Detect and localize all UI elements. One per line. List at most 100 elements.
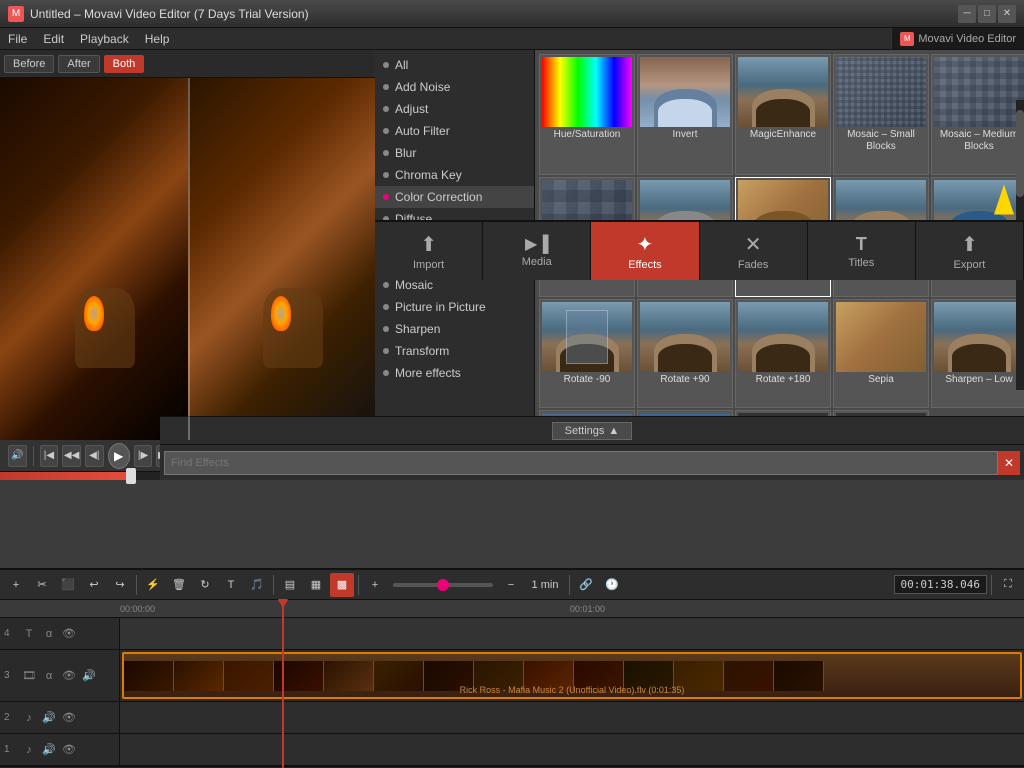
rewind-btn[interactable]: ◀◀ bbox=[62, 445, 81, 467]
tool-delete[interactable]: 🗑 bbox=[167, 573, 191, 597]
zoom-label-btn[interactable]: 1 min bbox=[525, 573, 565, 597]
menu-playback[interactable]: Playback bbox=[72, 30, 137, 48]
effect-magic-enhance[interactable]: MagicEnhance bbox=[735, 54, 831, 175]
fullscreen-btn[interactable]: ⛶ bbox=[996, 573, 1020, 597]
menu-help[interactable]: Help bbox=[137, 30, 178, 48]
track-4-content bbox=[120, 618, 1024, 649]
category-more-effects[interactable]: More effects bbox=[375, 362, 534, 384]
both-button[interactable]: Both bbox=[104, 55, 145, 73]
tool-undo[interactable]: ↩ bbox=[82, 573, 106, 597]
track-1-num: 1 bbox=[4, 744, 18, 755]
tab-export-label: Export bbox=[954, 259, 986, 271]
tab-fades[interactable]: ✕ Fades bbox=[700, 222, 808, 280]
tool-audio[interactable]: 🎵 bbox=[245, 573, 269, 597]
grid-btn-3[interactable]: ▩ bbox=[330, 573, 354, 597]
tool-text[interactable]: T bbox=[219, 573, 243, 597]
effects-scrollbar-thumb[interactable] bbox=[1016, 110, 1024, 197]
track-4-alpha-btn[interactable]: α bbox=[40, 625, 58, 643]
track-3-num: 3 bbox=[4, 670, 18, 681]
category-auto-filter[interactable]: Auto Filter bbox=[375, 120, 534, 142]
effect-invert[interactable]: Invert bbox=[637, 54, 733, 175]
app-icon: M bbox=[8, 6, 24, 22]
play-button[interactable]: ▶ bbox=[108, 443, 130, 469]
effect-label-rotate-neg90: Rotate -90 bbox=[562, 372, 613, 388]
track-2-audio-btn[interactable]: ♪ bbox=[20, 709, 38, 727]
video-block[interactable]: Rick Ross - Mafia Music 2 (Unofficial Vi… bbox=[122, 652, 1022, 699]
track-2-mute-btn[interactable]: 🔊 bbox=[40, 709, 58, 727]
category-chroma-key[interactable]: Chroma Key bbox=[375, 164, 534, 186]
search-input[interactable] bbox=[164, 451, 998, 475]
track-3-vol-btn[interactable]: 🔊 bbox=[80, 667, 98, 685]
track-3-content: Rick Ross - Mafia Music 2 (Unofficial Vi… bbox=[120, 650, 1024, 701]
grid-btn-2[interactable]: ▦ bbox=[304, 573, 328, 597]
track-1-eye-btn[interactable]: 👁 bbox=[60, 741, 78, 759]
tool-cut[interactable]: ✂ bbox=[30, 573, 54, 597]
nav-tabs: ⬆ Import ▶▐ Media ✦ Effects ✕ Fades T bbox=[375, 220, 1024, 280]
volume-btn[interactable]: 🔊 bbox=[8, 445, 27, 467]
to-start-btn[interactable]: |◀ bbox=[40, 445, 59, 467]
menu-items: File Edit Playback Help bbox=[0, 30, 1024, 48]
track-3-alpha-btn[interactable]: α bbox=[40, 667, 58, 685]
tool-rotate[interactable]: ↻ bbox=[193, 573, 217, 597]
top-section: Before After Both bbox=[0, 50, 1024, 480]
effect-label-rotate-180: Rotate +180 bbox=[754, 372, 813, 388]
track-3-eye-btn[interactable]: 👁 bbox=[60, 667, 78, 685]
category-color-correction[interactable]: Color Correction bbox=[375, 186, 534, 208]
track-3-video-btn[interactable]: 🎞 bbox=[20, 667, 38, 685]
category-blur[interactable]: Blur bbox=[375, 142, 534, 164]
tool-redo[interactable]: ↪ bbox=[108, 573, 132, 597]
category-adjust[interactable]: Adjust bbox=[375, 98, 534, 120]
playhead[interactable] bbox=[282, 600, 284, 768]
after-button[interactable]: After bbox=[58, 55, 99, 73]
track-1-mute-btn[interactable]: 🔊 bbox=[40, 741, 58, 759]
effect-sharpen-low[interactable]: Sharpen – Low bbox=[931, 299, 1024, 408]
settings-label: Settings bbox=[565, 425, 605, 437]
progress-thumb[interactable] bbox=[126, 468, 136, 484]
tool-select[interactable]: ⬛ bbox=[56, 573, 80, 597]
category-pip[interactable]: Picture in Picture bbox=[375, 296, 534, 318]
step-fwd-btn[interactable]: |▶ bbox=[134, 445, 153, 467]
effect-rotate-pos90[interactable]: Rotate +90 bbox=[637, 299, 733, 408]
effect-rotate-180[interactable]: Rotate +180 bbox=[735, 299, 831, 408]
zoom-out-btn[interactable]: − bbox=[499, 573, 523, 597]
effect-rotate-neg90[interactable]: Rotate -90 bbox=[539, 299, 635, 408]
effect-thumb-magic bbox=[738, 57, 828, 127]
close-button[interactable]: ✕ bbox=[998, 5, 1016, 23]
step-back-btn[interactable]: ◀| bbox=[85, 445, 104, 467]
minimize-button[interactable]: ─ bbox=[958, 5, 976, 23]
menu-file[interactable]: File bbox=[0, 30, 35, 48]
effect-sepia[interactable]: Sepia bbox=[833, 299, 929, 408]
grid-btn-1[interactable]: ▤ bbox=[278, 573, 302, 597]
settings-button[interactable]: Settings ▲ bbox=[552, 422, 633, 440]
category-transform[interactable]: Transform bbox=[375, 340, 534, 362]
effect-mosaic-small[interactable]: Mosaic – Small Blocks bbox=[833, 54, 929, 175]
track-4-text-btn[interactable]: T bbox=[20, 625, 38, 643]
menu-edit[interactable]: Edit bbox=[35, 30, 72, 48]
effect-hue-saturation[interactable]: Hue/Saturation bbox=[539, 54, 635, 175]
clock-btn[interactable]: 🕐 bbox=[600, 573, 624, 597]
tab-import[interactable]: ⬆ Import bbox=[375, 222, 483, 280]
track-2-eye-btn[interactable]: 👁 bbox=[60, 709, 78, 727]
track-1-audio-btn[interactable]: ♪ bbox=[20, 741, 38, 759]
hand-shape-right bbox=[263, 288, 323, 368]
track-1-content bbox=[120, 734, 1024, 765]
add-track-btn[interactable]: + bbox=[4, 573, 28, 597]
snap-btn[interactable]: 🔗 bbox=[574, 573, 598, 597]
category-sharpen[interactable]: Sharpen bbox=[375, 318, 534, 340]
category-all[interactable]: All bbox=[375, 54, 534, 76]
before-button[interactable]: Before bbox=[4, 55, 54, 73]
category-add-noise[interactable]: Add Noise bbox=[375, 76, 534, 98]
tab-media[interactable]: ▶▐ Media bbox=[483, 222, 591, 280]
tab-effects[interactable]: ✦ Effects bbox=[591, 222, 699, 280]
zoom-slider[interactable] bbox=[393, 583, 493, 587]
effect-mosaic-med[interactable]: Mosaic – Medium Blocks bbox=[931, 54, 1024, 175]
tab-export[interactable]: ⬆ Export bbox=[916, 222, 1024, 280]
track-4-eye-btn[interactable]: 👁 bbox=[60, 625, 78, 643]
search-clear-button[interactable]: ✕ bbox=[998, 451, 1020, 475]
maximize-button[interactable]: □ bbox=[978, 5, 996, 23]
tool-split[interactable]: ⚡ bbox=[141, 573, 165, 597]
tab-titles[interactable]: T Titles bbox=[808, 222, 916, 280]
zoom-in-btn[interactable]: + bbox=[363, 573, 387, 597]
movavi-icon: M bbox=[900, 32, 914, 46]
ruler: 00:00:00 00:01:00 bbox=[0, 600, 1024, 618]
